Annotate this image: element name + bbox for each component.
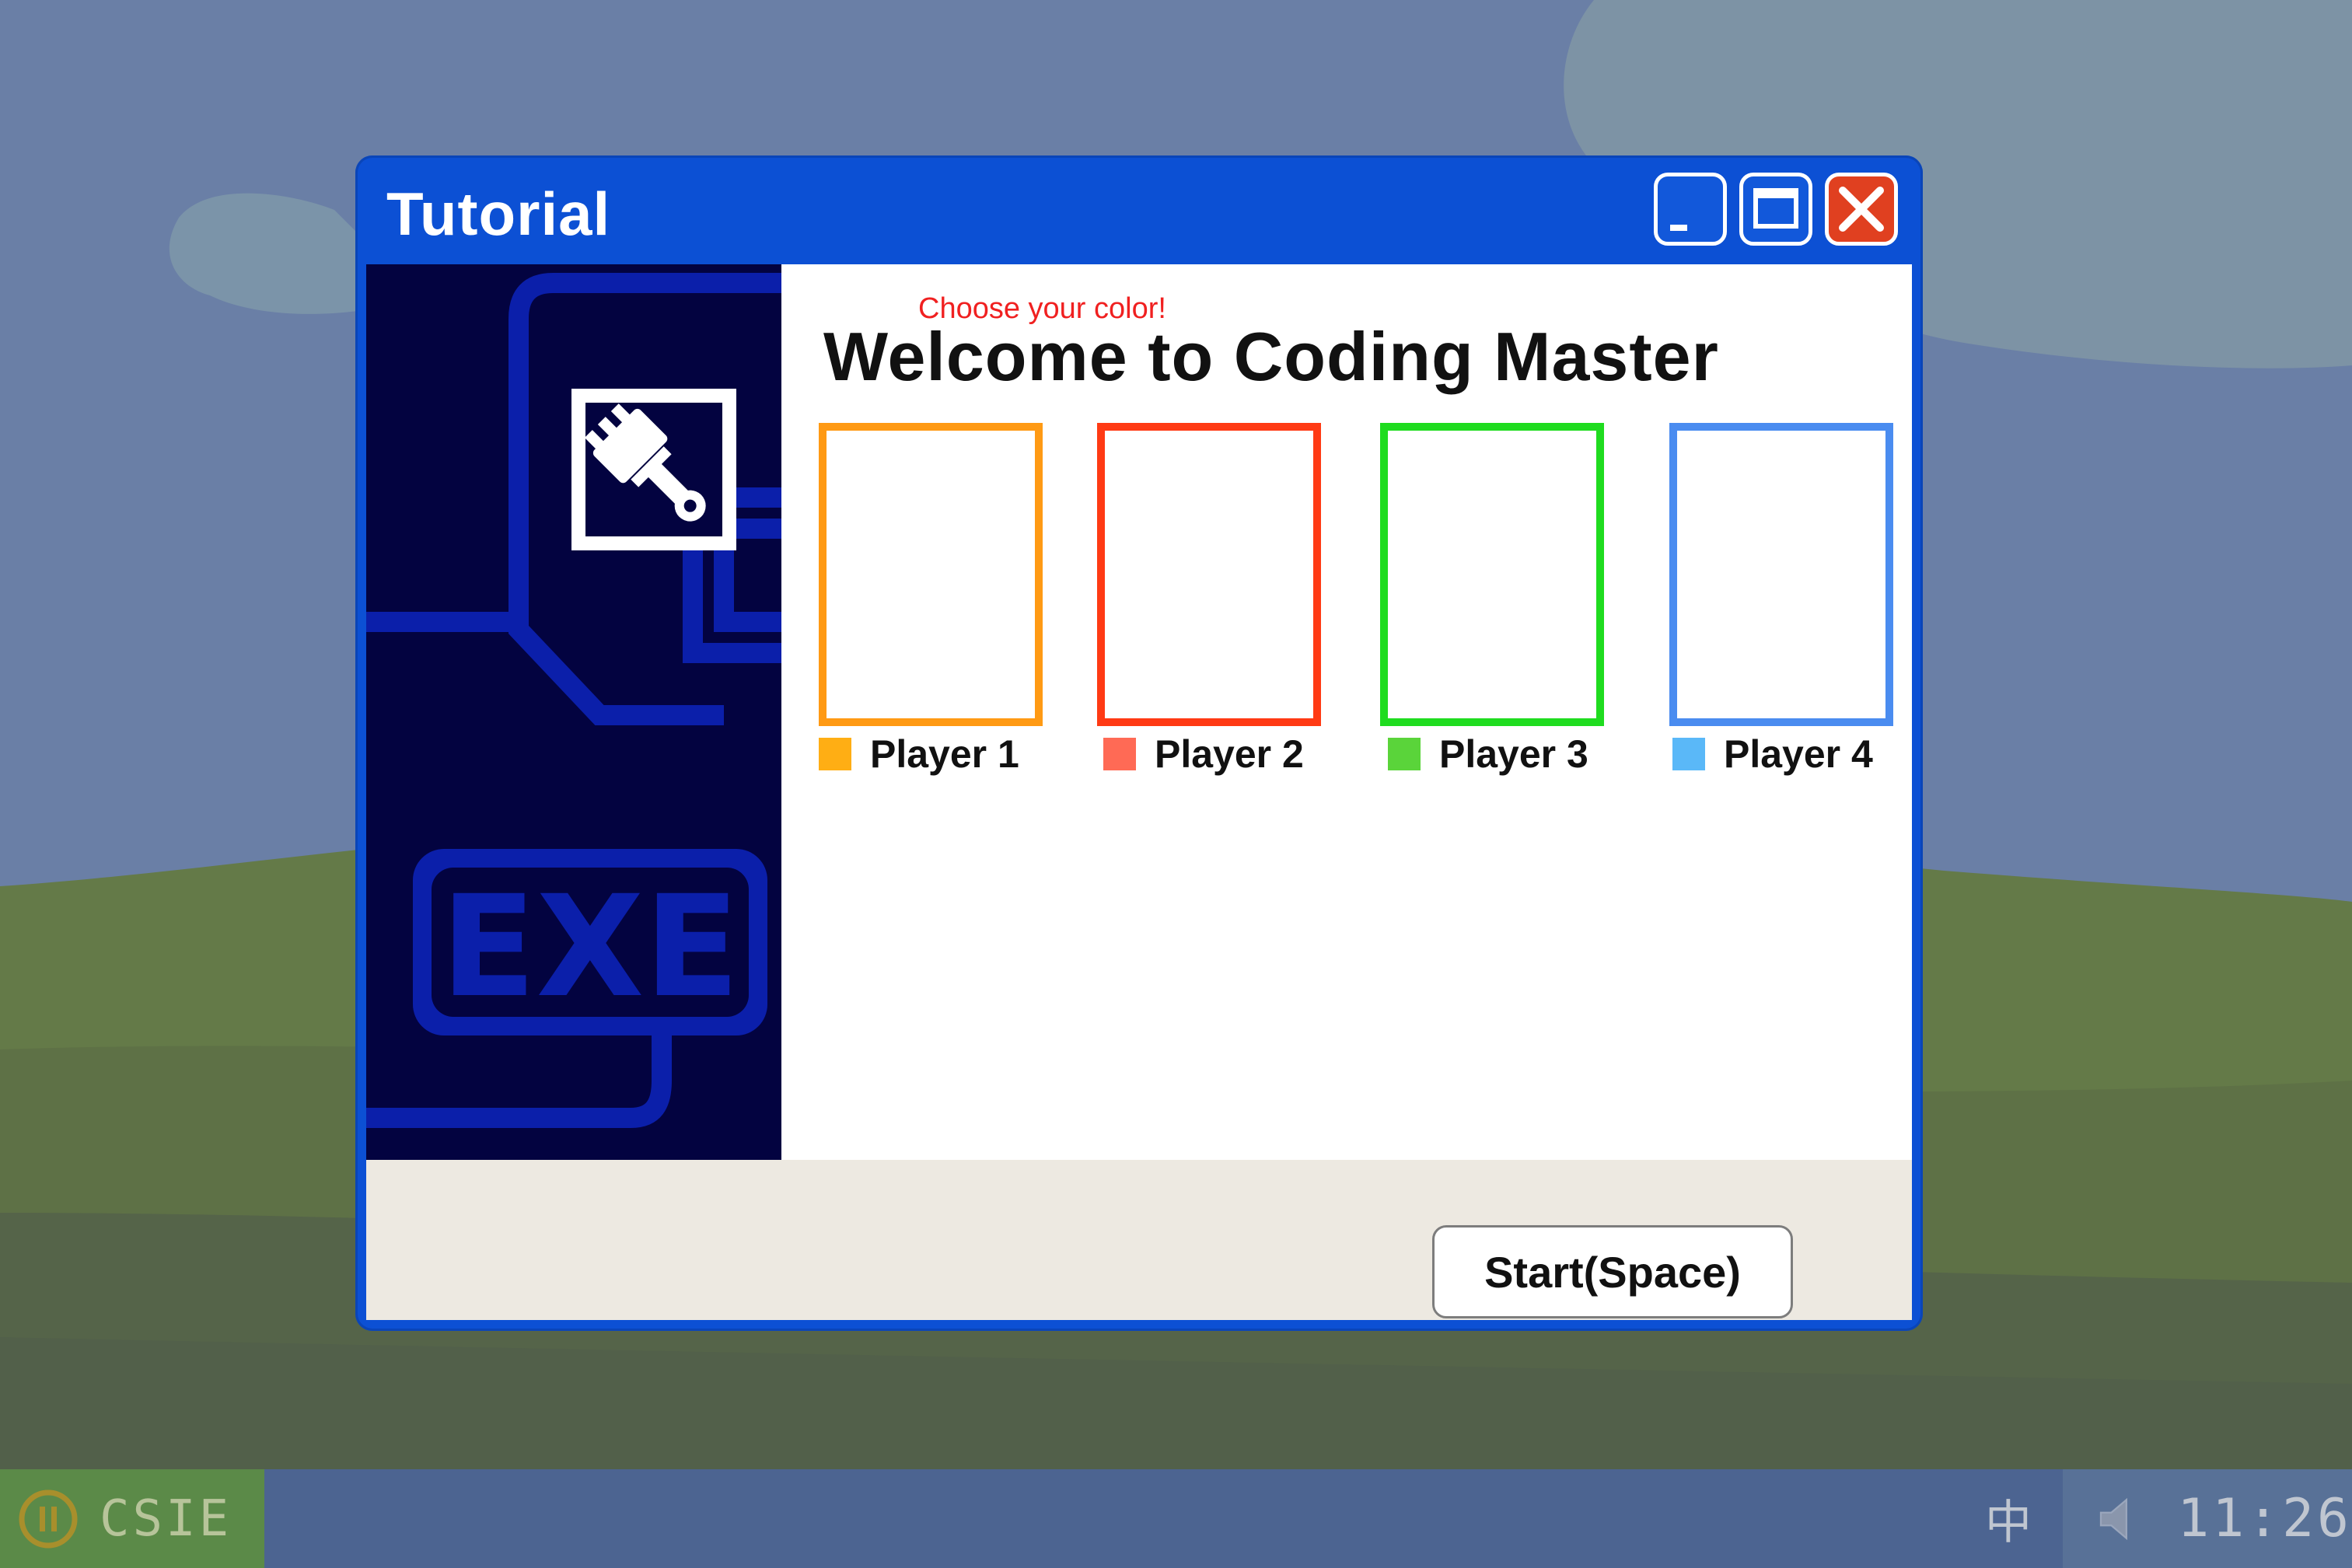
player-4-card[interactable]	[1669, 423, 1893, 726]
player-1-card[interactable]	[819, 423, 1043, 726]
start-menu-button[interactable]: CSIE	[0, 1469, 264, 1568]
window-title: Tutorial	[386, 180, 611, 248]
close-button[interactable]	[1825, 173, 1898, 246]
clock: 11:26	[2177, 1488, 2352, 1549]
circuit-decoration: EXE	[366, 273, 781, 1128]
window-client-area: EXE Choose your color! Welcome to Coding…	[366, 264, 1912, 1320]
player-3-swatch	[1388, 738, 1421, 770]
player-3-label: Player 3	[1388, 731, 1588, 777]
input-method-indicator[interactable]: 中	[1969, 1485, 2047, 1552]
side-panel: EXE	[366, 264, 781, 1160]
title-bar[interactable]: Tutorial	[355, 155, 1923, 264]
player-4-label: Player 4	[1672, 731, 1873, 777]
player-1-swatch	[819, 738, 851, 770]
player-4-swatch	[1672, 738, 1705, 770]
minimize-icon	[1670, 225, 1687, 231]
close-icon	[1839, 187, 1884, 232]
maximize-icon	[1753, 188, 1798, 229]
tray-box: 11:26	[2063, 1469, 2352, 1568]
player-2-swatch	[1103, 738, 1136, 770]
speaker-icon[interactable]	[2094, 1484, 2146, 1554]
start-button[interactable]: Start(Space)	[1432, 1225, 1793, 1318]
minimize-button[interactable]	[1654, 173, 1727, 246]
exe-logo-text: EXE	[441, 866, 740, 1028]
pause-icon	[19, 1489, 78, 1548]
player-2-card[interactable]	[1097, 423, 1321, 726]
content-panel: Choose your color! Welcome to Coding Mas…	[781, 264, 1912, 1160]
start-menu-label: CSIE	[100, 1489, 232, 1548]
tutorial-window: Tutorial EXE Choose your color! Welcome …	[355, 155, 1923, 1331]
taskbar: CSIE 中 11:26	[0, 1469, 2352, 1568]
maximize-button[interactable]	[1739, 173, 1812, 246]
player-2-label: Player 2	[1103, 731, 1304, 777]
welcome-heading: Welcome to Coding Master	[823, 318, 1719, 395]
system-tray: 中 11:26	[1969, 1469, 2352, 1568]
button-bar: Start(Space)	[366, 1160, 1912, 1320]
player-1-label: Player 1	[819, 731, 1019, 777]
player-3-card[interactable]	[1380, 423, 1604, 726]
